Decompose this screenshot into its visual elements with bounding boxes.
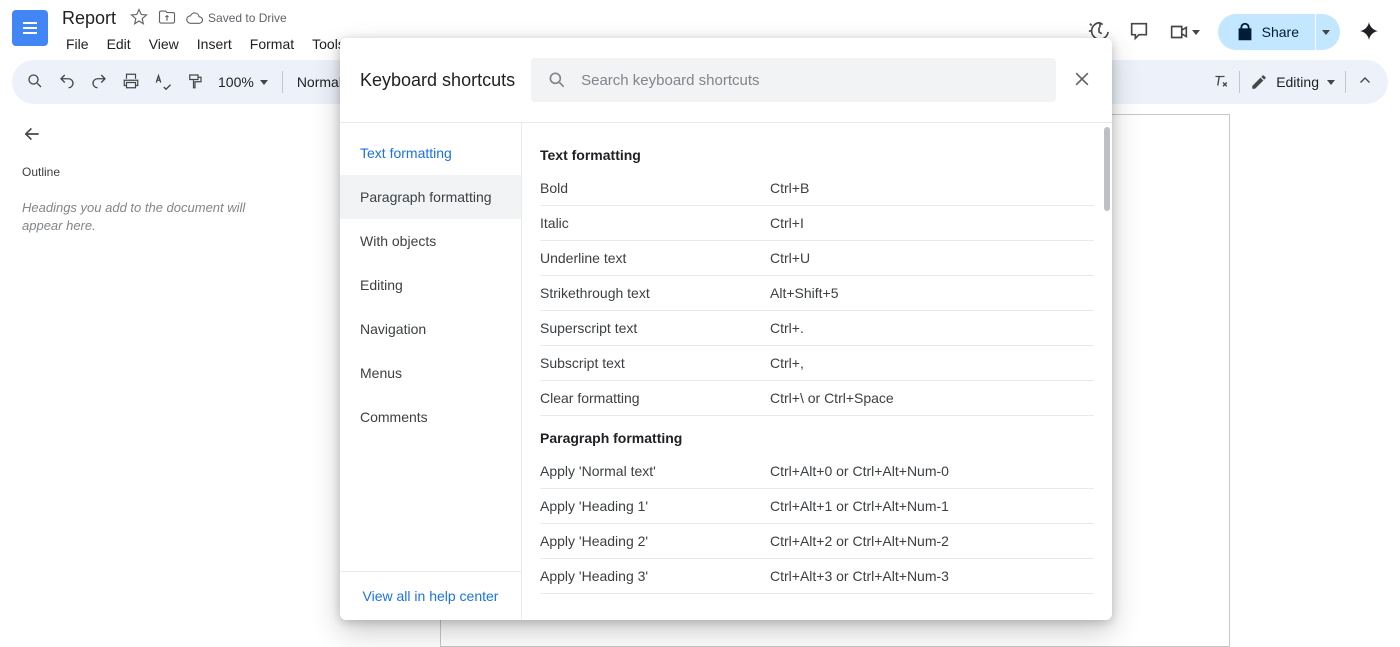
shortcut-key: Ctrl+.: [770, 320, 804, 336]
shortcut-key: Ctrl+,: [770, 355, 804, 371]
dialog-nav-item[interactable]: Text formatting: [340, 131, 521, 175]
shortcut-key: Ctrl+Alt+0 or Ctrl+Alt+Num-0: [770, 463, 949, 479]
shortcut-row: Apply 'Heading 2'Ctrl+Alt+2 or Ctrl+Alt+…: [540, 524, 1094, 559]
shortcut-section-title: Text formatting: [540, 133, 1094, 171]
shortcut-key: Alt+Shift+5: [770, 285, 839, 301]
dialog-nav-item[interactable]: Menus: [340, 351, 521, 395]
dialog-nav-item[interactable]: Paragraph formatting: [340, 175, 521, 219]
view-all-help-link[interactable]: View all in help center: [363, 588, 499, 604]
dialog-nav: Text formattingParagraph formattingWith …: [340, 123, 522, 620]
shortcut-key: Ctrl+Alt+3 or Ctrl+Alt+Num-3: [770, 568, 949, 584]
dialog-footer: View all in help center: [340, 571, 521, 620]
shortcut-name: Clear formatting: [540, 390, 770, 406]
close-icon[interactable]: [1072, 69, 1092, 92]
dialog-title: Keyboard shortcuts: [360, 70, 515, 91]
shortcut-row: Superscript textCtrl+.: [540, 311, 1094, 346]
dialog-nav-item[interactable]: Comments: [340, 395, 521, 439]
shortcut-name: Apply 'Normal text': [540, 463, 770, 479]
shortcut-row: BoldCtrl+B: [540, 171, 1094, 206]
shortcut-key: Ctrl+\ or Ctrl+Space: [770, 390, 894, 406]
shortcut-name: Apply 'Heading 2': [540, 533, 770, 549]
shortcut-row: Subscript textCtrl+,: [540, 346, 1094, 381]
shortcut-row: Apply 'Heading 3'Ctrl+Alt+3 or Ctrl+Alt+…: [540, 559, 1094, 594]
shortcut-name: Apply 'Heading 3': [540, 568, 770, 584]
keyboard-shortcuts-dialog: Keyboard shortcuts Text formattingParagr…: [340, 38, 1112, 620]
shortcut-name: Strikethrough text: [540, 285, 770, 301]
shortcut-key: Ctrl+Alt+2 or Ctrl+Alt+Num-2: [770, 533, 949, 549]
shortcut-row: Strikethrough textAlt+Shift+5: [540, 276, 1094, 311]
shortcut-section-title: Paragraph formatting: [540, 416, 1094, 454]
shortcut-key: Ctrl+I: [770, 215, 804, 231]
dialog-content[interactable]: Text formattingBoldCtrl+BItalicCtrl+IUnd…: [522, 123, 1112, 620]
shortcut-key: Ctrl+B: [770, 180, 809, 196]
dialog-layer: Keyboard shortcuts Text formattingParagr…: [0, 0, 1400, 647]
shortcut-key: Ctrl+Alt+1 or Ctrl+Alt+Num-1: [770, 498, 949, 514]
dialog-nav-item[interactable]: Navigation: [340, 307, 521, 351]
shortcut-name: Superscript text: [540, 320, 770, 336]
shortcut-name: Underline text: [540, 250, 770, 266]
shortcut-row: Apply 'Normal text'Ctrl+Alt+0 or Ctrl+Al…: [540, 454, 1094, 489]
dialog-nav-item[interactable]: With objects: [340, 219, 521, 263]
shortcut-name: Italic: [540, 215, 770, 231]
shortcut-key: Ctrl+U: [770, 250, 810, 266]
dialog-search[interactable]: [531, 58, 1056, 102]
shortcut-row: ItalicCtrl+I: [540, 206, 1094, 241]
shortcut-row: Clear formattingCtrl+\ or Ctrl+Space: [540, 381, 1094, 416]
shortcut-row: Underline textCtrl+U: [540, 241, 1094, 276]
shortcut-name: Subscript text: [540, 355, 770, 371]
shortcut-name: Apply 'Heading 1': [540, 498, 770, 514]
dialog-search-input[interactable]: [579, 71, 1040, 90]
dialog-nav-item[interactable]: Editing: [340, 263, 521, 307]
scrollbar-thumb[interactable]: [1104, 127, 1110, 211]
shortcut-row: Apply 'Heading 1'Ctrl+Alt+1 or Ctrl+Alt+…: [540, 489, 1094, 524]
shortcut-name: Bold: [540, 180, 770, 196]
search-icon: [547, 70, 567, 90]
